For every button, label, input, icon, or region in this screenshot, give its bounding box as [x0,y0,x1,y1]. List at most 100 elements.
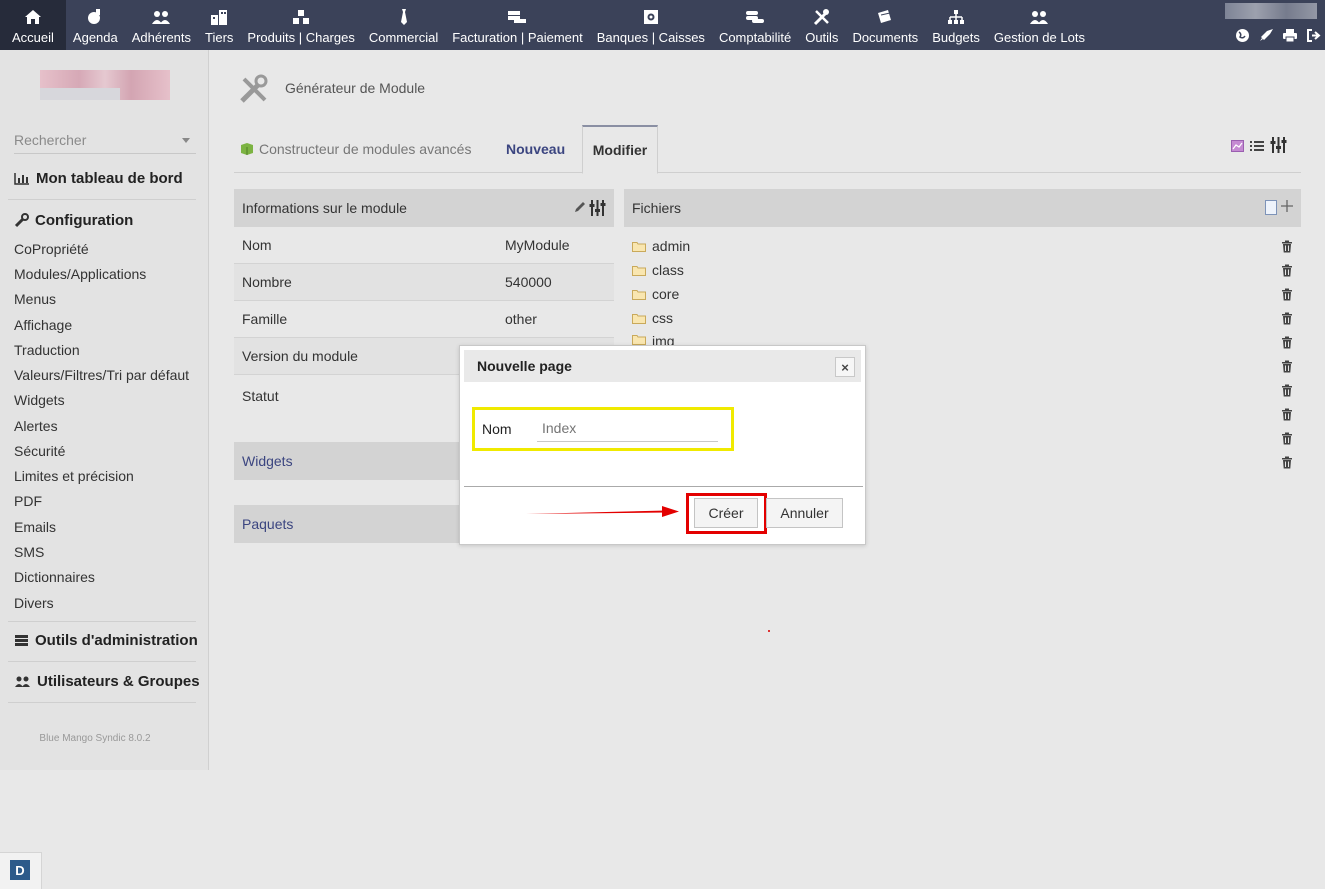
topmenu-label: Adhérents [131,30,192,45]
tab-nouveau[interactable]: Nouveau [506,125,565,173]
top-navigation-bar: Accueil Agenda Adhérents Tiers Produits … [0,0,1325,50]
topmenu-label: Banques | Caisses [596,30,705,45]
file-row[interactable]: css [632,306,1297,330]
trash-icon[interactable] [1281,384,1293,400]
tab-modifier[interactable]: Modifier [582,125,658,174]
cancel-button[interactable]: Annuler [766,498,843,528]
sidebar-item-valeurs[interactable]: Valeurs/Filtres/Tri par défaut [14,367,189,383]
info-key: Statut [242,388,279,404]
topmenu-tiers[interactable]: Tiers [198,0,240,50]
file-name[interactable]: admin [652,238,690,254]
name-input[interactable] [537,414,718,442]
sliders-icon[interactable] [1270,137,1287,156]
print-icon[interactable] [1282,28,1298,46]
close-button[interactable]: × [835,357,855,377]
sliders-icon[interactable] [589,200,606,219]
trash-icon[interactable] [1281,360,1293,376]
trash-icon[interactable] [1281,240,1293,256]
sidebar-item-widgets[interactable]: Widgets [14,392,65,408]
close-icon: × [841,359,849,375]
sidebar-item-dictionnaires[interactable]: Dictionnaires [14,569,95,585]
topmenu-produits[interactable]: Produits | Charges [240,0,361,50]
tab-constructeur[interactable]: Constructeur de modules avancés [240,125,471,173]
sidebar-search-select[interactable]: Rechercher [14,132,196,154]
trash-icon[interactable] [1281,432,1293,448]
create-button[interactable]: Créer [694,498,758,528]
topmenu-adherents[interactable]: Adhérents [125,0,198,50]
sidebar-configuration[interactable]: Configuration [14,212,133,229]
info-row-famille: Famille other [234,301,614,338]
file-row[interactable]: core [632,282,1297,306]
sidebar-item-alertes[interactable]: Alertes [14,418,58,434]
sidebar-admin-tools[interactable]: Outils d'administration [14,632,198,649]
sidebar-item-sms[interactable]: SMS [14,544,44,560]
folder-icon [632,313,646,324]
add-icon[interactable] [1281,199,1293,216]
file-row[interactable]: admin [632,234,1297,258]
list-icon[interactable] [1250,139,1264,155]
dialog-header: Nouvelle page × [464,350,861,382]
tab-label: Constructeur de modules avancés [259,141,472,157]
sidebar-item-limites[interactable]: Limites et précision [14,468,134,484]
topmenu-documents[interactable]: Documents [845,0,925,50]
left-sidebar: Rechercher Mon tableau de bord Configura… [0,50,209,770]
topmenu-outils[interactable]: Outils [798,0,845,50]
globe-icon[interactable] [1235,28,1250,46]
group-icon [1029,7,1049,27]
topmenu-budgets[interactable]: Budgets [925,0,987,50]
trash-icon[interactable] [1281,408,1293,424]
trash-icon[interactable] [1281,456,1293,472]
wrench-icon [14,213,29,228]
topmenu-agenda[interactable]: Agenda [66,0,125,50]
topmenu-label: Documents [852,30,919,45]
sidebar-item-divers[interactable]: Divers [14,595,54,611]
file-row[interactable]: img [632,330,1297,346]
sidebar-item-pdf[interactable]: PDF [14,493,42,509]
paquets-link[interactable]: Paquets [242,516,293,532]
topmenu-label: Gestion de Lots [993,30,1085,45]
user-info-blurred[interactable] [1225,3,1317,19]
rocket-icon[interactable] [1258,28,1274,46]
chart-icon[interactable] [1231,139,1244,155]
topmenu-banques[interactable]: Banques | Caisses [590,0,712,50]
sidebar-item-emails[interactable]: Emails [14,519,56,535]
sitemap-icon [947,7,965,27]
topmenu-label: Budgets [932,30,980,45]
file-name[interactable]: core [652,286,679,302]
sidebar-divider [8,621,196,622]
dolibarr-logo-icon[interactable]: D [10,860,30,880]
sidebar-users-groups[interactable]: Utilisateurs & Groupes [14,673,200,690]
info-value: other [505,311,537,327]
topmenu-commercial[interactable]: Commercial [362,0,445,50]
info-value: MyModule [505,237,570,253]
sidebar-item-affichage[interactable]: Affichage [14,317,72,333]
info-row-nom: Nom MyModule [234,227,614,264]
sidebar-item-menus[interactable]: Menus [14,291,56,307]
topmenu-comptabilite[interactable]: Comptabilité [712,0,798,50]
pencil-icon[interactable] [573,201,586,217]
topmenu-label: Commercial [368,30,439,45]
top-right-icons [1235,28,1321,46]
new-file-icon[interactable] [1265,200,1277,218]
topmenu-facturation[interactable]: Facturation | Paiement [445,0,590,50]
sidebar-item-securite[interactable]: Sécurité [14,443,65,459]
topmenu-gestion-lots[interactable]: Gestion de Lots [987,0,1092,50]
info-panel-header: Informations sur le module [234,189,614,227]
sidebar-item-copropriete[interactable]: CoPropriété [14,241,89,257]
sidebar-dashboard[interactable]: Mon tableau de bord [14,170,183,187]
trash-icon[interactable] [1281,336,1293,352]
search-placeholder: Rechercher [14,132,87,148]
file-name[interactable]: class [652,262,684,278]
chevron-down-icon [182,138,190,143]
topmenu-accueil[interactable]: Accueil [0,0,66,50]
logout-icon[interactable] [1306,28,1321,46]
dialog-divider [464,486,863,487]
file-row[interactable]: class [632,258,1297,282]
sidebar-item-modules[interactable]: Modules/Applications [14,266,146,282]
trash-icon[interactable] [1281,264,1293,280]
file-name[interactable]: css [652,310,673,326]
sidebar-item-traduction[interactable]: Traduction [14,342,80,358]
trash-icon[interactable] [1281,288,1293,304]
widgets-link[interactable]: Widgets [242,453,293,469]
trash-icon[interactable] [1281,312,1293,328]
